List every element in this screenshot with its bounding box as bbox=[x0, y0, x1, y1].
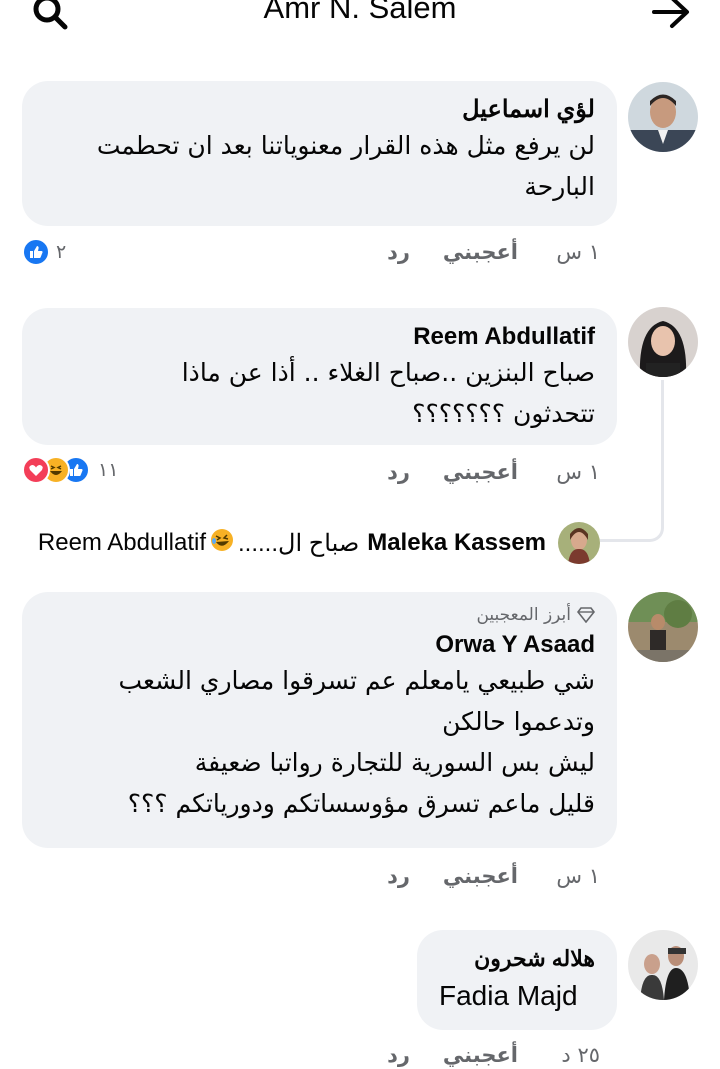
reaction-count: ٢ bbox=[56, 241, 67, 263]
comment-author[interactable]: Reem Abdullatif bbox=[44, 322, 595, 352]
avatar bbox=[558, 522, 600, 564]
reply-text: صباح ال...... bbox=[238, 529, 360, 557]
comment-text-line: صباح البنزين ..صباح الغلاء .. أذا عن ماذ… bbox=[181, 358, 595, 387]
top-fan-badge: أبرز المعجبين bbox=[44, 604, 595, 626]
arrow-right-icon[interactable] bbox=[648, 0, 694, 34]
comment-bubble[interactable]: Reem Abdullatif صباح البنزين ..صباح الغل… bbox=[22, 308, 617, 445]
comment-time[interactable]: ١ س bbox=[556, 460, 600, 484]
reaction-count: ١١ bbox=[98, 459, 119, 481]
reply-button[interactable]: رد bbox=[387, 864, 410, 888]
reaction-summary[interactable]: ٢ bbox=[22, 238, 66, 266]
reply-preview[interactable]: Reem Abdullatif صباح ال...... Maleka Kas… bbox=[20, 520, 600, 566]
diamond-icon bbox=[577, 607, 595, 623]
comment-author[interactable]: هلاله شحرون bbox=[439, 944, 595, 974]
avatar-photo bbox=[628, 592, 698, 662]
avatar[interactable] bbox=[628, 307, 698, 377]
comment-bubble[interactable]: لؤي اسماعيل لن يرفع مثل هذه القرار معنوي… bbox=[22, 81, 617, 226]
comment-actions: ٢٥ د أعجبني رد bbox=[0, 1043, 720, 1069]
comment-text-line: ليش بس السورية للتجارة رواتبا ضعيفة bbox=[194, 748, 595, 777]
like-button[interactable]: أعجبني bbox=[443, 864, 518, 888]
avatar-photo bbox=[628, 930, 698, 1000]
reply-button[interactable]: رد bbox=[387, 1043, 410, 1067]
comment-text-line: تتحدثون ؟؟؟؟؟؟؟ bbox=[412, 399, 595, 428]
avatar-photo bbox=[628, 307, 698, 377]
like-button[interactable]: أعجبني bbox=[443, 460, 518, 484]
avatar[interactable] bbox=[628, 592, 698, 662]
comment-text-line: شي طبيعي يامعلم عم تسرقوا مصاري الشعب bbox=[118, 666, 595, 695]
avatar[interactable] bbox=[628, 930, 698, 1000]
comment-text-line: وتدعموا حالكن bbox=[442, 707, 595, 736]
rofl-icon bbox=[210, 528, 234, 559]
like-button[interactable]: أعجبني bbox=[443, 1043, 518, 1067]
top-bar: Amr N. Salem bbox=[0, 0, 720, 40]
comment-time[interactable]: ١ س bbox=[556, 240, 600, 264]
comment-time[interactable]: ١ س bbox=[556, 864, 600, 888]
comment-text-line: قليل ماعم تسرق مؤوسساتكم ودورياتكم ؟؟؟ bbox=[127, 789, 595, 818]
comment-author[interactable]: لؤي اسماعيل bbox=[44, 95, 595, 125]
like-icon bbox=[22, 238, 50, 266]
comment-bubble[interactable]: أبرز المعجبين Orwa Y Asaad شي طبيعي يامع… bbox=[22, 592, 617, 848]
comment-time[interactable]: ٢٥ د bbox=[561, 1043, 600, 1067]
avatar[interactable] bbox=[628, 82, 698, 152]
comment-bubble[interactable]: هلاله شحرون Fadia Majd bbox=[417, 930, 617, 1030]
page-title: Amr N. Salem bbox=[263, 0, 457, 25]
reply-button[interactable]: رد bbox=[387, 240, 410, 264]
comment-actions: ١ س أعجبني رد bbox=[0, 240, 720, 270]
reply-mention: Reem Abdullatif bbox=[37, 529, 206, 556]
reply-button[interactable]: رد bbox=[387, 460, 410, 484]
badge-label: أبرز المعجبين bbox=[476, 605, 571, 625]
comment-text-line: Fadia Majd bbox=[439, 980, 578, 1011]
comment-text-line: لن يرفع مثل هذه القرار معنوياتنا بعد ان … bbox=[96, 131, 595, 160]
reaction-summary[interactable]: ١١ bbox=[22, 456, 118, 484]
comment-author[interactable]: Orwa Y Asaad bbox=[44, 630, 595, 660]
reply-author: Maleka Kassem bbox=[367, 529, 546, 556]
comment-actions: ١ س أعجبني رد bbox=[0, 864, 720, 894]
love-icon bbox=[22, 456, 50, 484]
comment-text-line: البارحة bbox=[524, 172, 595, 201]
like-button[interactable]: أعجبني bbox=[443, 240, 518, 264]
avatar-photo bbox=[628, 82, 698, 152]
